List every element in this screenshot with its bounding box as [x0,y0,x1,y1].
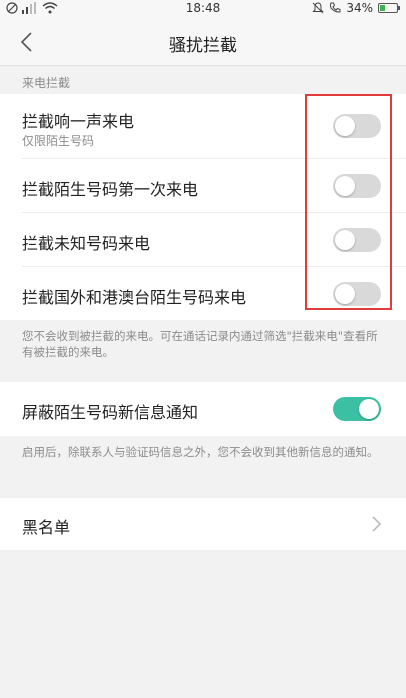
silent-icon [312,2,325,14]
setting-row-stranger-first[interactable]: 拦截陌生号码第一次来电 [0,159,406,212]
blacklist-title: 黑名单 [22,518,71,537]
nav-bar: 骚扰拦截 [0,18,406,66]
status-right: 34% [312,1,400,15]
back-button[interactable] [14,28,42,56]
toggle-switch[interactable] [333,114,381,138]
toggle-knob [335,230,355,250]
setting-title: 拦截未知号码来电 [22,234,151,253]
setting-row-foreign-number[interactable]: 拦截国外和港澳台陌生号码来电 [0,267,406,320]
setting-row-message-block[interactable]: 屏蔽陌生号码新信息通知 [0,382,406,436]
chevron-left-icon [20,32,32,52]
call-block-note: 您不会收到被拦截的来电。可在通话记录内通过筛选"拦截来电"查看所有被拦截的来电。 [22,329,378,359]
blacklist-row[interactable]: 黑名单 [0,498,406,550]
setting-subtitle: 仅限陌生号码 [22,134,95,148]
setting-row-unknown-number[interactable]: 拦截未知号码来电 [0,213,406,266]
call-block-group: 拦截响一声来电 仅限陌生号码 拦截陌生号码第一次来电 拦截未知号码来电 拦截国外… [0,94,406,320]
toggle-knob [359,399,379,419]
setting-title: 拦截响一声来电 [22,112,135,131]
call-status-icon [330,2,341,13]
setting-title: 拦截陌生号码第一次来电 [22,180,199,199]
status-bar: 18:48 34% [0,0,406,18]
toggle-switch[interactable] [333,282,381,306]
setting-title: 拦截国外和港澳台陌生号码来电 [22,288,247,307]
toggle-switch[interactable] [333,397,381,421]
battery-percent: 34% [346,1,373,15]
toggle-switch[interactable] [333,228,381,252]
chevron-right-icon [372,516,382,532]
toggle-switch[interactable] [333,174,381,198]
section-header-incoming: 来电拦截 [22,76,71,90]
blacklist-group: 黑名单 [0,498,406,550]
setting-row-ring-once[interactable]: 拦截响一声来电 仅限陌生号码 [0,94,406,158]
battery-icon [378,3,400,13]
page-title: 骚扰拦截 [169,36,237,56]
toggle-knob [335,116,355,136]
toggle-knob [335,284,355,304]
battery-level [380,5,386,11]
setting-title: 屏蔽陌生号码新信息通知 [22,403,199,422]
toggle-knob [335,176,355,196]
message-block-group: 屏蔽陌生号码新信息通知 [0,382,406,436]
message-block-note: 启用后，除联系人与验证码信息之外，您不会收到其他新信息的通知。 [22,445,379,459]
